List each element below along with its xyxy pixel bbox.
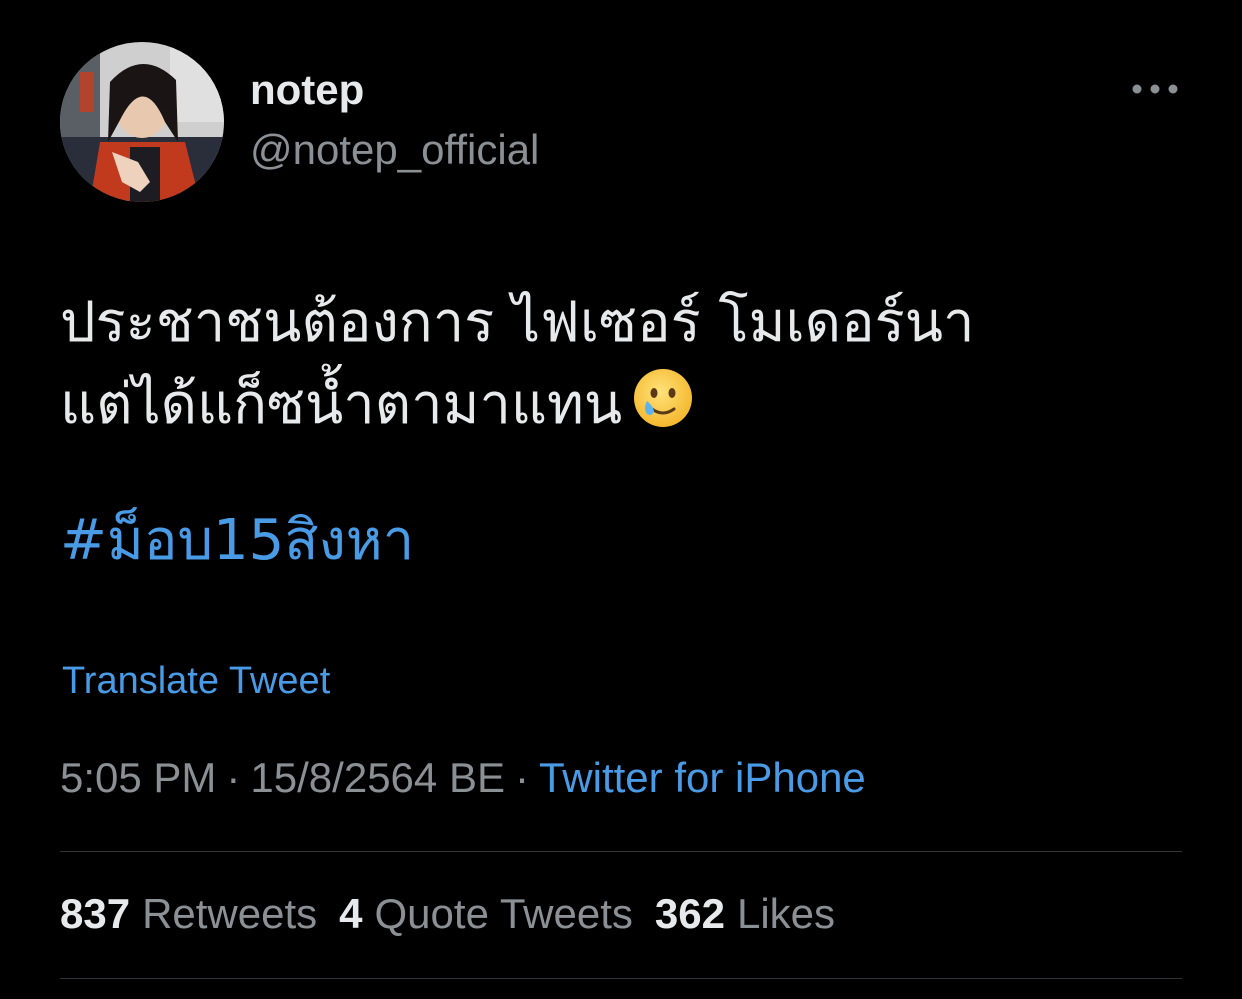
- tweet-line: ประชาชนต้องการ ไฟเซอร์ โมเดอร์นา: [60, 290, 975, 355]
- divider: [60, 851, 1182, 852]
- tweet-stats: 837 Retweets 4 Quote Tweets 362 Likes: [60, 890, 857, 938]
- likes-stat[interactable]: 362 Likes: [655, 890, 835, 938]
- more-horizontal-icon[interactable]: [1128, 76, 1182, 102]
- profile-photo-icon: [60, 42, 224, 202]
- tweet-line-text: แต่ได้แก็ซน้ำตามาแทน: [60, 372, 623, 437]
- likes-label: Likes: [736, 890, 836, 937]
- retweets-count: 837: [60, 890, 131, 937]
- tweet-text: ประชาชนต้องการ ไฟเซอร์ โมเดอร์นา แต่ได้แ…: [60, 282, 1180, 446]
- likes-count: 362: [654, 890, 725, 937]
- quote-tweets-count: 4: [339, 890, 363, 937]
- tweet-source-link[interactable]: Twitter for iPhone: [539, 754, 866, 801]
- user-handle[interactable]: @notep_official: [250, 126, 539, 174]
- separator: ·: [514, 754, 529, 801]
- quote-tweets-stat[interactable]: 4 Quote Tweets: [339, 890, 633, 938]
- tweet-time[interactable]: 5:05 PM: [60, 754, 216, 801]
- tweet-line-with-emoji: แต่ได้แก็ซน้ำตามาแทน: [60, 364, 1180, 446]
- avatar[interactable]: [60, 42, 224, 202]
- tweet-date[interactable]: 15/8/2564 BE: [250, 754, 505, 801]
- translate-tweet-link[interactable]: Translate Tweet: [62, 660, 330, 703]
- separator: ·: [226, 754, 241, 801]
- smiling-face-with-tear-emoji-icon: [632, 367, 694, 429]
- hashtag-link[interactable]: #ม็อบ15สิงหา: [60, 500, 414, 582]
- quote-tweets-label: Quote Tweets: [374, 890, 633, 937]
- tweet-metadata: 5:05 PM · 15/8/2564 BE · Twitter for iPhone: [60, 754, 866, 802]
- divider: [60, 978, 1182, 979]
- display-name[interactable]: notep: [250, 66, 364, 114]
- retweets-stat[interactable]: 837 Retweets: [60, 890, 317, 938]
- retweets-label: Retweets: [142, 890, 318, 937]
